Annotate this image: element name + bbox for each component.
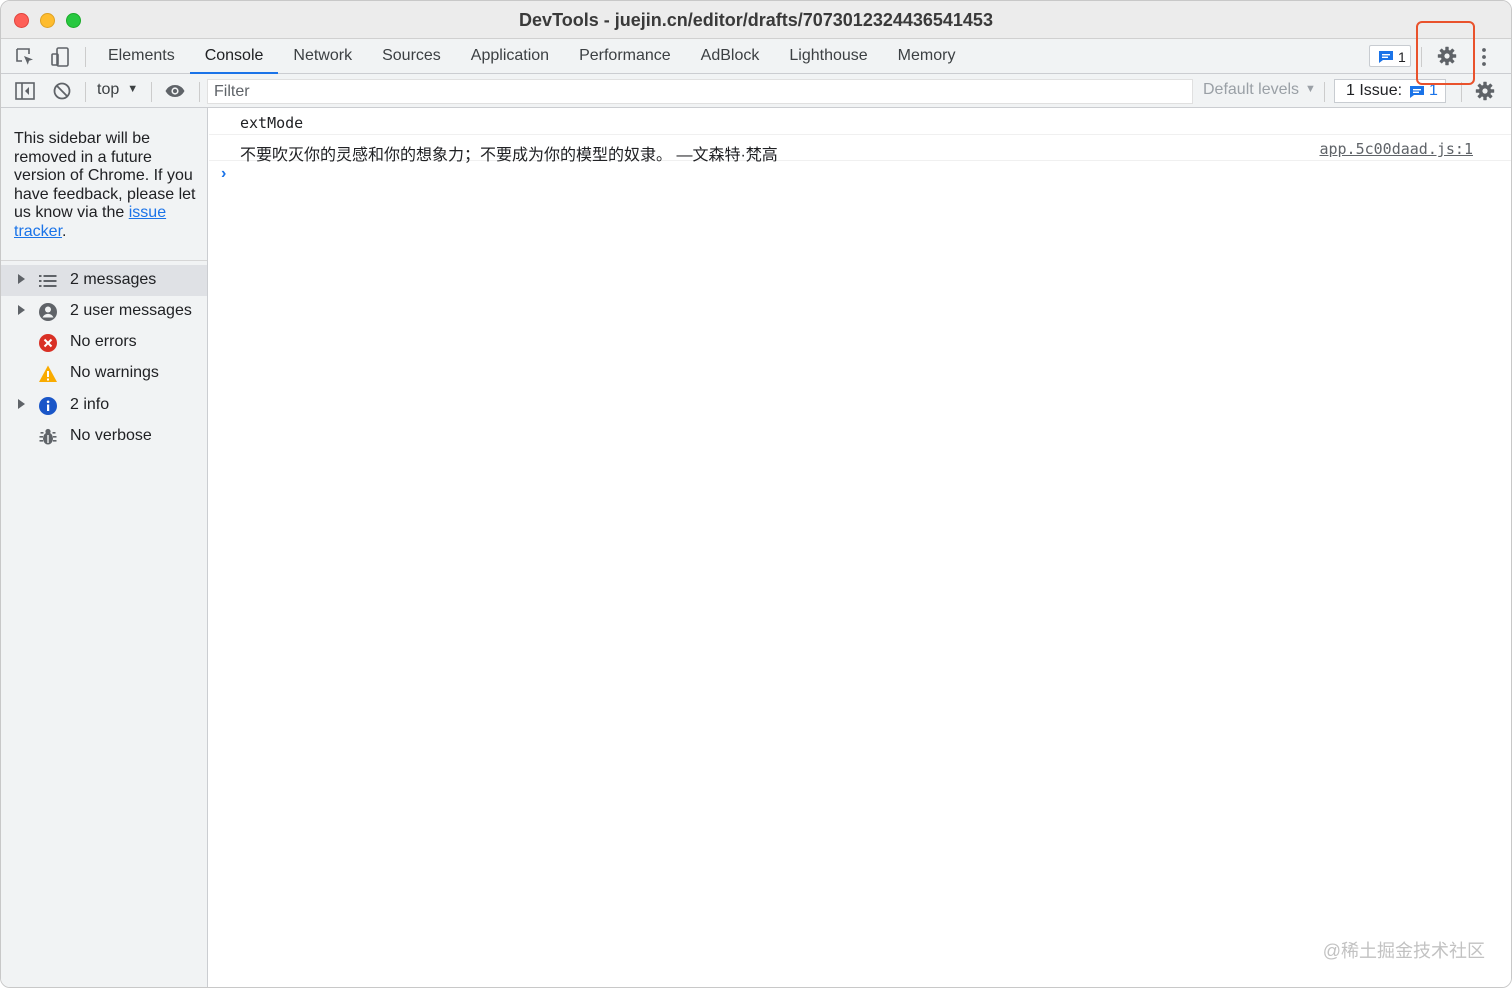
context-value: top (97, 81, 120, 98)
toolbar-divider (85, 82, 86, 102)
console-message-text: 不要吹灭你的灵感和你的想象力；不要成为你的模型的奴隶。 —文森特·梵高 (240, 147, 778, 164)
list-icon (38, 271, 58, 291)
issues-label: 1 Issue: (1346, 82, 1403, 99)
sidebar-item-errors[interactable]: No errors (1, 327, 207, 358)
warning-icon (38, 364, 58, 384)
console-settings-gear-icon[interactable] (1474, 80, 1496, 102)
console-prompt-icon[interactable]: › (221, 165, 226, 183)
console-message-text: extMode (240, 114, 304, 132)
console-output: extMode 不要吹灭你的灵感和你的想象力；不要成为你的模型的奴隶。 —文森特… (209, 108, 1511, 987)
sidebar-item-label: 2 info (70, 396, 110, 413)
expand-arrow-icon[interactable] (18, 399, 25, 409)
sidebar-item-info[interactable]: 2 info (1, 390, 207, 421)
dropdown-arrow-icon: ▼ (127, 83, 139, 95)
sidebar-divider (1, 260, 207, 261)
sidebar-item-verbose[interactable]: No verbose (1, 421, 207, 452)
tab-application[interactable]: Application (456, 39, 564, 74)
tab-network[interactable]: Network (278, 39, 367, 74)
sidebar-item-label: 2 messages (70, 271, 157, 288)
log-levels-dropdown[interactable]: Default levels ▼ (1203, 81, 1316, 99)
tab-sources[interactable]: Sources (367, 39, 456, 74)
bug-icon (38, 427, 58, 447)
highlight-annotation-box (1416, 21, 1475, 85)
tab-memory[interactable]: Memory (883, 39, 971, 74)
toolbar-divider (1461, 82, 1462, 102)
live-expression-eye-icon[interactable] (164, 80, 186, 102)
clear-console-icon[interactable] (51, 80, 73, 102)
deprecation-text: This sidebar will be removed in a future… (14, 130, 196, 221)
user-icon (38, 302, 58, 322)
tab-adblock[interactable]: AdBlock (686, 39, 775, 74)
sidebar-item-warnings[interactable]: No warnings (1, 358, 207, 389)
filter-input[interactable] (207, 79, 1193, 104)
tab-performance[interactable]: Performance (564, 39, 686, 74)
device-toolbar-icon[interactable] (49, 46, 71, 68)
console-toolbar: top▼ Default levels▼ 1 Issue: 1 (1, 74, 1511, 108)
toolbar-divider (151, 82, 152, 102)
toggle-sidebar-icon[interactable] (14, 80, 36, 102)
toolbar-divider (1324, 82, 1325, 102)
window-title: DevTools - juejin.cn/editor/drafts/70730… (519, 10, 993, 30)
issue-tracker-link[interactable]: issue (129, 204, 166, 221)
sidebar-item-label: No errors (70, 333, 137, 350)
issue-tracker-link[interactable]: tracker (14, 223, 62, 240)
title-bar: DevTools - juejin.cn/editor/drafts/70730… (1, 1, 1511, 39)
issue-message-icon (1410, 86, 1424, 98)
console-message-row: 不要吹灭你的灵感和你的想象力；不要成为你的模型的奴隶。 —文森特·梵高 app.… (209, 135, 1511, 164)
console-sidebar: This sidebar will be removed in a future… (1, 108, 208, 987)
sidebar-deprecation-notice: This sidebar will be removed in a future… (14, 130, 200, 241)
toolbar-divider (85, 47, 86, 67)
inspect-element-icon[interactable] (14, 46, 36, 68)
console-message-row: extMode (209, 108, 1511, 135)
expand-arrow-icon[interactable] (18, 305, 25, 315)
messages-count: 1 (1398, 49, 1406, 65)
sidebar-item-user-messages[interactable]: 2 user messages (1, 296, 207, 327)
toolbar-divider (199, 82, 200, 102)
main-tab-bar: Elements Console Network Sources Applica… (1, 39, 1511, 74)
tab-elements[interactable]: Elements (93, 39, 190, 74)
sidebar-item-messages[interactable]: 2 messages (1, 265, 207, 296)
dropdown-arrow-icon: ▼ (1305, 83, 1316, 95)
context-select[interactable]: top ▼ (97, 81, 138, 99)
sidebar-item-label: 2 user messages (70, 302, 192, 319)
expand-arrow-icon[interactable] (18, 274, 25, 284)
deprecation-end: . (62, 222, 67, 240)
devtools-window: DevTools - juejin.cn/editor/drafts/70730… (0, 0, 1512, 988)
sidebar-item-label: No warnings (70, 364, 159, 381)
messages-badge-button[interactable]: 1 (1369, 45, 1411, 67)
tab-console[interactable]: Console (189, 39, 279, 74)
error-icon (38, 333, 58, 353)
message-icon (1379, 51, 1393, 63)
tab-lighthouse[interactable]: Lighthouse (774, 39, 882, 74)
log-levels-label: Default levels (1203, 81, 1300, 98)
info-icon (38, 396, 58, 416)
watermark: @稀土掘金技术社区 (1322, 941, 1485, 961)
more-options-icon[interactable] (1477, 46, 1491, 68)
source-link[interactable]: app.5c00daad.js:1 (1319, 140, 1473, 158)
panel-tabs: Elements Console Network Sources Applica… (93, 39, 970, 74)
sidebar-item-label: No verbose (70, 427, 152, 444)
